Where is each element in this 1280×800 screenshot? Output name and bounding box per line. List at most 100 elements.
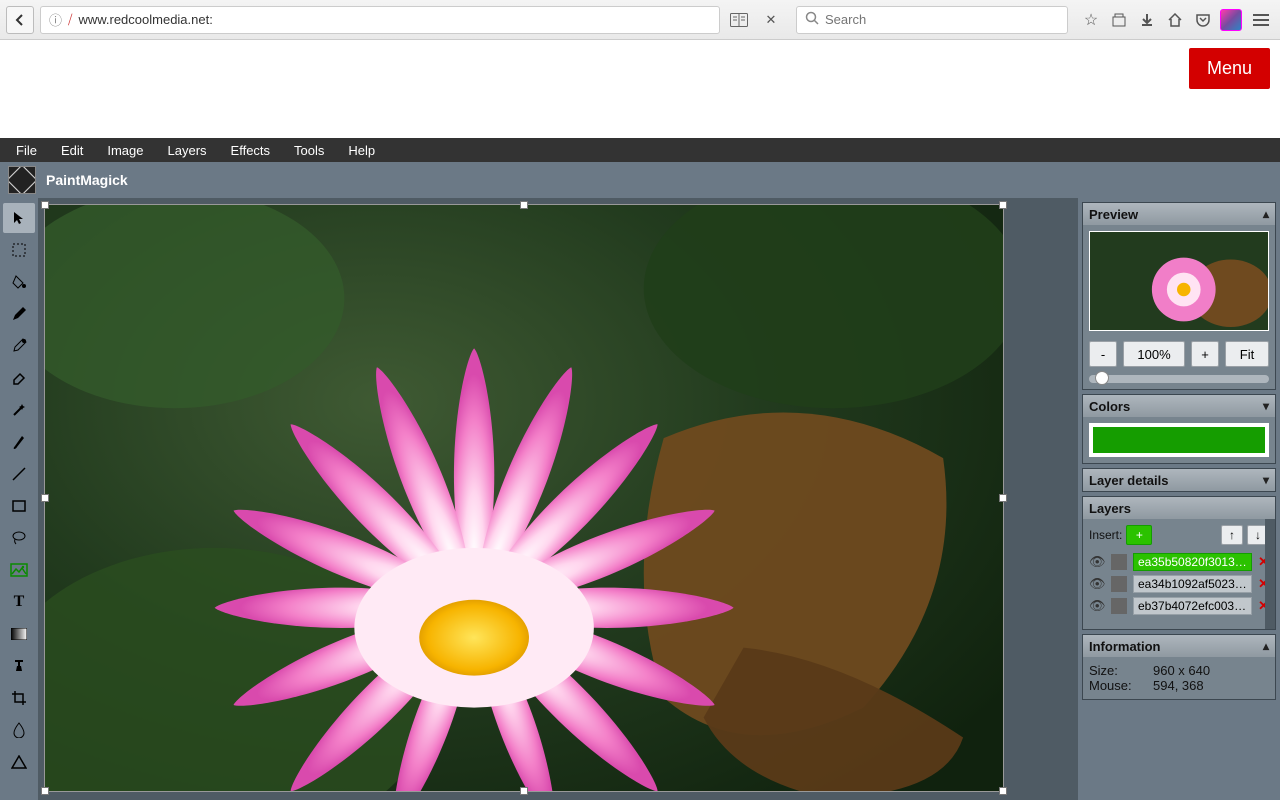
layer-name[interactable]: ea35b50820f3013ed1 bbox=[1133, 553, 1252, 571]
canvas-frame[interactable] bbox=[44, 204, 1004, 792]
colors-panel-header[interactable]: Colors ▾ bbox=[1083, 395, 1275, 417]
layer-name[interactable]: eb37b4072efc003ed1 bbox=[1133, 597, 1252, 615]
extension-icon[interactable] bbox=[1220, 9, 1242, 31]
pocket-icon[interactable] bbox=[1192, 9, 1214, 31]
layer-details-panel: Layer details ▾ bbox=[1082, 468, 1276, 492]
url-text: www.redcoolmedia.net: bbox=[78, 12, 711, 27]
layers-panel-header[interactable]: Layers bbox=[1083, 497, 1275, 519]
menu-image[interactable]: Image bbox=[107, 143, 143, 158]
zoom-in-button[interactable]: + bbox=[1191, 341, 1219, 367]
layer-row[interactable]: 👁ea34b1092af5023ed1✕ bbox=[1089, 573, 1269, 595]
rectangle-tool[interactable] bbox=[3, 491, 35, 521]
preview-panel-header[interactable]: Preview ▴ bbox=[1083, 203, 1275, 225]
marquee-tool[interactable] bbox=[3, 235, 35, 265]
layer-thumbnail bbox=[1111, 576, 1127, 592]
pencil-tool[interactable] bbox=[3, 299, 35, 329]
canvas-image bbox=[45, 205, 1003, 791]
shape-tool[interactable] bbox=[3, 747, 35, 777]
reader-mode-icon[interactable] bbox=[726, 7, 752, 33]
resize-handle-mt[interactable] bbox=[520, 201, 528, 209]
browser-toolbar: ⓘ ⧸ www.redcoolmedia.net: ✕ ☆ bbox=[0, 0, 1280, 40]
collapse-icon: ▴ bbox=[1263, 639, 1269, 653]
resize-handle-mb[interactable] bbox=[520, 787, 528, 795]
resize-handle-tr[interactable] bbox=[999, 201, 1007, 209]
zoom-out-button[interactable]: - bbox=[1089, 341, 1117, 367]
page-header-area: Menu bbox=[0, 40, 1280, 138]
magic-wand-tool[interactable] bbox=[3, 395, 35, 425]
resize-handle-bl[interactable] bbox=[41, 787, 49, 795]
layer-visibility-icon[interactable]: 👁 bbox=[1089, 554, 1105, 570]
gradient-tool[interactable] bbox=[3, 619, 35, 649]
crop-tool[interactable] bbox=[3, 683, 35, 713]
resize-handle-tl[interactable] bbox=[41, 201, 49, 209]
info-mouse-value: 594, 368 bbox=[1153, 678, 1204, 693]
layer-row[interactable]: 👁ea35b50820f3013ed1✕ bbox=[1089, 551, 1269, 573]
search-box[interactable] bbox=[796, 6, 1068, 34]
home-icon[interactable] bbox=[1164, 9, 1186, 31]
insecure-icon: ⧸ bbox=[68, 12, 72, 28]
layer-name[interactable]: ea34b1092af5023ed1 bbox=[1133, 575, 1252, 593]
hamburger-menu[interactable] bbox=[1248, 7, 1274, 33]
text-tool[interactable]: T bbox=[3, 587, 35, 617]
layers-title: Layers bbox=[1089, 501, 1131, 516]
right-panels: Preview ▴ - bbox=[1078, 198, 1280, 800]
canvas-area[interactable] bbox=[38, 198, 1078, 800]
brush-tool[interactable] bbox=[3, 427, 35, 457]
zoom-slider-knob[interactable] bbox=[1095, 371, 1109, 385]
bookmark-star-icon[interactable]: ☆ bbox=[1080, 9, 1102, 31]
info-icon: ⓘ bbox=[49, 10, 62, 29]
fill-tool[interactable] bbox=[3, 267, 35, 297]
layer-row[interactable]: 👁eb37b4072efc003ed1✕ bbox=[1089, 595, 1269, 617]
resize-handle-mr[interactable] bbox=[999, 494, 1007, 502]
search-input[interactable] bbox=[825, 12, 1059, 27]
menu-edit[interactable]: Edit bbox=[61, 143, 83, 158]
zoom-level[interactable]: 100% bbox=[1123, 341, 1185, 367]
current-color-swatch[interactable] bbox=[1089, 423, 1269, 457]
select-tool[interactable] bbox=[3, 203, 35, 233]
resize-handle-br[interactable] bbox=[999, 787, 1007, 795]
eyedropper-tool[interactable] bbox=[3, 331, 35, 361]
resize-handle-ml[interactable] bbox=[41, 494, 49, 502]
layer-up-button[interactable]: ↑ bbox=[1221, 525, 1243, 545]
library-icon[interactable] bbox=[1108, 9, 1130, 31]
menu-layers[interactable]: Layers bbox=[168, 143, 207, 158]
app-titlebar: PaintMagick bbox=[0, 162, 1280, 198]
zoom-slider[interactable] bbox=[1089, 375, 1269, 383]
line-tool[interactable] bbox=[3, 459, 35, 489]
layers-scrollbar[interactable] bbox=[1265, 519, 1275, 629]
info-size-value: 960 x 640 bbox=[1153, 663, 1210, 678]
preview-title: Preview bbox=[1089, 207, 1138, 222]
stop-button[interactable]: ✕ bbox=[758, 7, 784, 33]
app-title-text: PaintMagick bbox=[46, 172, 128, 188]
image-tool[interactable] bbox=[3, 555, 35, 585]
site-menu-button[interactable]: Menu bbox=[1189, 48, 1270, 89]
toolbox: T bbox=[0, 198, 38, 800]
menu-help[interactable]: Help bbox=[348, 143, 375, 158]
layers-panel: Layers Insert: + ↑ ↓ 👁ea35b50820f3013ed1… bbox=[1082, 496, 1276, 630]
information-title: Information bbox=[1089, 639, 1161, 654]
collapse-icon: ▴ bbox=[1263, 207, 1269, 221]
clone-stamp-tool[interactable] bbox=[3, 651, 35, 681]
add-layer-button[interactable]: + bbox=[1126, 525, 1152, 545]
preview-thumbnail[interactable] bbox=[1089, 231, 1269, 331]
collapse-icon: ▾ bbox=[1263, 399, 1269, 413]
menu-file[interactable]: File bbox=[16, 143, 37, 158]
eraser-tool[interactable] bbox=[3, 363, 35, 393]
menu-effects[interactable]: Effects bbox=[231, 143, 271, 158]
address-bar[interactable]: ⓘ ⧸ www.redcoolmedia.net: bbox=[40, 6, 720, 34]
downloads-icon[interactable] bbox=[1136, 9, 1158, 31]
layer-visibility-icon[interactable]: 👁 bbox=[1089, 576, 1105, 592]
layer-visibility-icon[interactable]: 👁 bbox=[1089, 598, 1105, 614]
layer-thumbnail bbox=[1111, 554, 1127, 570]
info-size-label: Size: bbox=[1089, 663, 1145, 678]
colors-title: Colors bbox=[1089, 399, 1130, 414]
lasso-tool[interactable] bbox=[3, 523, 35, 553]
layer-details-header[interactable]: Layer details ▾ bbox=[1083, 469, 1275, 491]
back-button[interactable] bbox=[6, 6, 34, 34]
menu-tools[interactable]: Tools bbox=[294, 143, 324, 158]
layer-details-title: Layer details bbox=[1089, 473, 1169, 488]
workspace: T bbox=[0, 198, 1280, 800]
zoom-fit-button[interactable]: Fit bbox=[1225, 341, 1269, 367]
information-panel-header[interactable]: Information ▴ bbox=[1083, 635, 1275, 657]
blur-tool[interactable] bbox=[3, 715, 35, 745]
